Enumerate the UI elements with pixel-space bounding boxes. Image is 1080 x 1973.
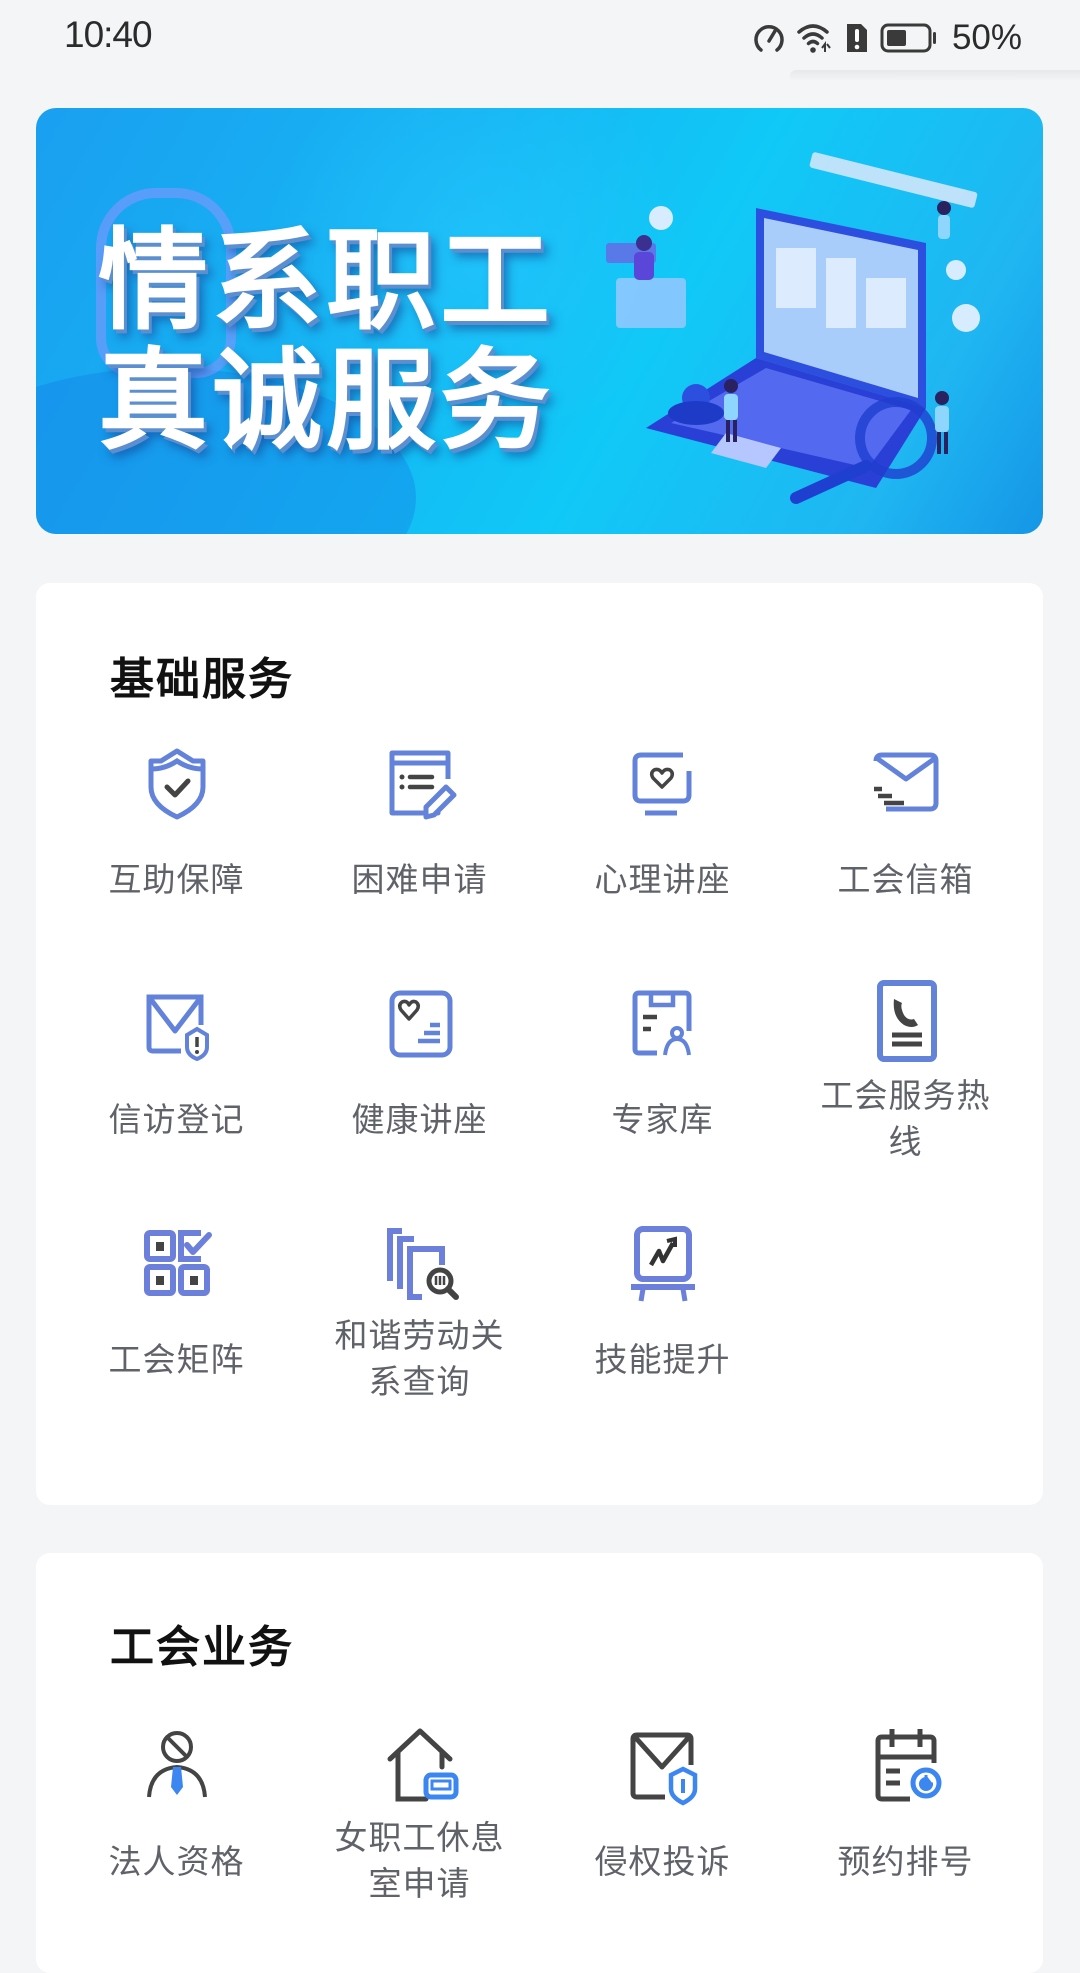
expert-file-icon	[632, 990, 691, 1056]
battery-percent: 50%	[951, 18, 1022, 57]
house-sofa-icon	[387, 1728, 458, 1802]
service-item-mutual-aid[interactable]: 互助保障	[55, 741, 298, 981]
service-label: 信访登记	[108, 1100, 245, 1139]
presentation-chart-icon	[630, 1226, 695, 1302]
status-icons: 50%	[752, 16, 1022, 60]
service-label: 专家库	[611, 1100, 714, 1139]
status-bar: 10:40 50%	[0, 0, 1080, 76]
card-heart-icon	[389, 990, 452, 1058]
service-item-skill-improvement[interactable]: 技能提升	[541, 1221, 784, 1461]
banner-headline-1: 情系职工	[98, 216, 554, 345]
service-label: 工会矩阵	[108, 1340, 245, 1379]
monitor-heart-icon	[632, 752, 691, 816]
wifi-icon	[797, 24, 831, 53]
speed-meter-icon	[754, 25, 784, 52]
promo-banner[interactable]: 情系职工 真诚服务	[36, 108, 1043, 534]
service-item-expert-library[interactable]: 专家库	[541, 981, 784, 1221]
service-label: 心理讲座	[594, 860, 731, 899]
service-label: 和谐劳动关系查询	[334, 1316, 505, 1401]
service-label: 工会信箱	[837, 860, 974, 899]
service-label: 法人资格	[108, 1842, 245, 1881]
service-label: 侵权投诉	[594, 1842, 731, 1881]
sim-alert-icon	[846, 24, 867, 52]
service-item-health-lecture[interactable]: 健康讲座	[298, 981, 541, 1221]
legal-person-icon	[146, 1731, 207, 1798]
service-item-union-matrix[interactable]: 工会矩阵	[55, 1221, 298, 1461]
service-grid: 法人资格 女职工休息室申请 侵权投诉 预约排号	[55, 1723, 1027, 1963]
section-title: 工会业务	[110, 1622, 294, 1673]
service-item-hardship-application[interactable]: 困难申请	[298, 741, 541, 981]
service-item-petition-registration[interactable]: 信访登记	[55, 981, 298, 1221]
service-label: 技能提升	[594, 1340, 731, 1379]
service-label: 困难申请	[351, 860, 488, 899]
basic-services-card: 基础服务 互助保障 困难申请 心理讲座 工会信箱 信访登记 健康讲座 专家库 工…	[36, 583, 1043, 1505]
laptop-illustration	[606, 152, 980, 504]
form-edit-icon	[389, 750, 456, 820]
service-item-female-rest-room[interactable]: 女职工休息室申请	[298, 1723, 541, 1963]
status-bar-shadow	[790, 70, 1080, 82]
calendar-clock-icon	[875, 1729, 941, 1802]
mail-icon	[873, 752, 938, 812]
service-grid: 互助保障 困难申请 心理讲座 工会信箱 信访登记 健康讲座 专家库 工会服务热线…	[55, 741, 1027, 1461]
section-title: 基础服务	[110, 654, 294, 705]
status-time: 10:40	[64, 14, 153, 55]
service-label: 预约排号	[837, 1842, 974, 1881]
service-item-legal-person[interactable]: 法人资格	[55, 1723, 298, 1963]
service-item-infringement-complaint[interactable]: 侵权投诉	[541, 1723, 784, 1963]
phone-hotline-icon	[876, 980, 937, 1062]
battery-icon	[880, 23, 936, 53]
service-item-union-mailbox[interactable]: 工会信箱	[784, 741, 1027, 981]
service-item-psychology-lecture[interactable]: 心理讲座	[541, 741, 784, 981]
matrix-grid-icon	[143, 1230, 212, 1296]
service-item-union-hotline[interactable]: 工会服务热线	[784, 980, 1027, 1221]
union-business-card: 工会业务 法人资格 女职工休息室申请 侵权投诉 预约排号	[36, 1553, 1043, 1973]
shield-check-icon	[148, 748, 205, 820]
service-label: 互助保障	[108, 860, 245, 899]
service-label: 健康讲座	[351, 1100, 488, 1139]
mail-alert-icon	[146, 994, 209, 1062]
service-label: 工会服务热线	[820, 1076, 991, 1161]
document-search-icon	[386, 1228, 459, 1300]
banner-headline-2: 真诚服务	[98, 336, 554, 465]
service-item-labor-relations-query[interactable]: 和谐劳动关系查询	[298, 1221, 541, 1461]
service-item-appointment-queue[interactable]: 预约排号	[784, 1723, 1027, 1963]
mail-shield-icon	[630, 1732, 697, 1806]
service-label: 女职工休息室申请	[334, 1818, 505, 1903]
